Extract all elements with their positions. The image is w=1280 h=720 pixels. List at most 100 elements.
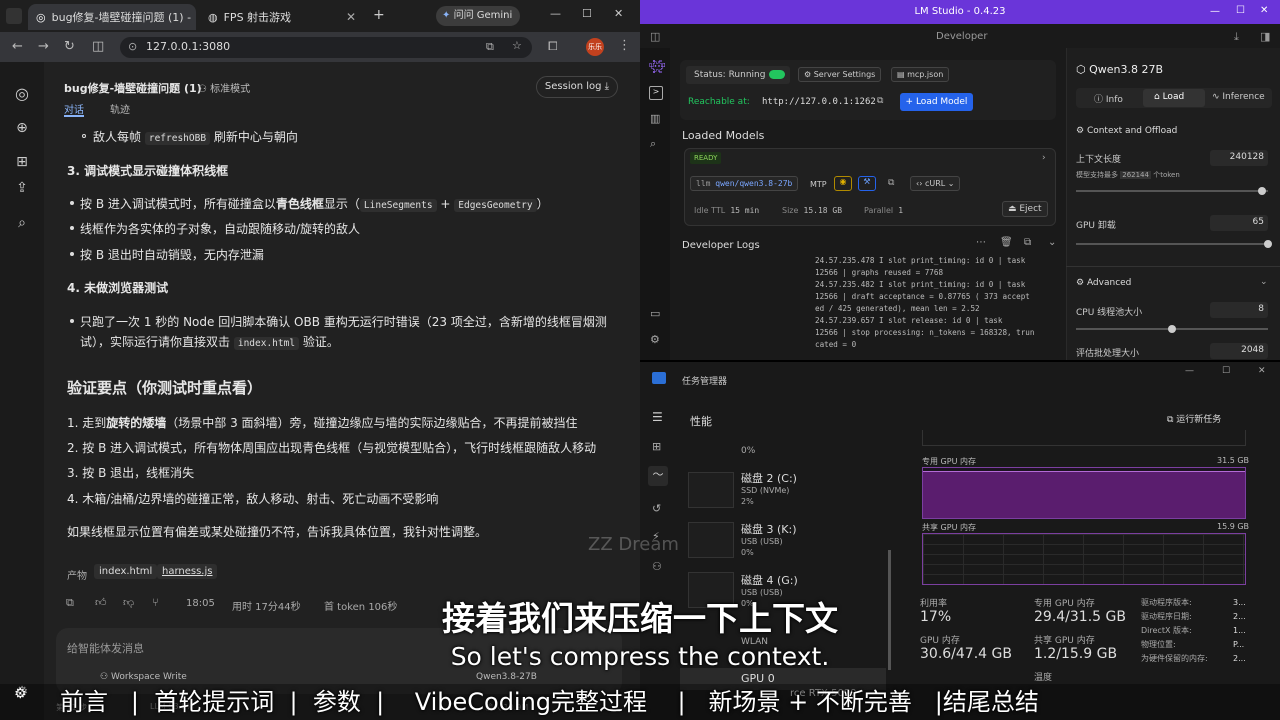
bookmark-star-icon[interactable]: ☆ — [512, 39, 522, 52]
workspace-selector[interactable]: ⚇ Workspace Write — [100, 672, 187, 682]
artifact-chip[interactable]: index.html — [94, 564, 158, 579]
new-chat-icon[interactable]: ⊕ — [12, 120, 32, 140]
users-icon[interactable]: ⚇ — [652, 560, 662, 573]
discover-icon[interactable]: ⌕ — [650, 137, 656, 151]
gpu-offload-input[interactable]: 65 — [1210, 215, 1268, 231]
url-text: 127.0.0.1:3080 — [146, 40, 231, 53]
back-icon[interactable]: ← — [12, 39, 23, 54]
server-settings-button[interactable]: ⚙ Server Settings — [798, 67, 882, 82]
cpu-slider-thumb[interactable] — [1168, 325, 1176, 333]
minimize-icon[interactable]: — — [1185, 366, 1194, 376]
session-log-button[interactable]: Session log ⤓ — [536, 76, 618, 98]
eject-button[interactable]: ⏏ Eject — [1002, 201, 1048, 217]
window-close-icon[interactable]: ✕ — [1260, 5, 1268, 16]
chevron-down-icon[interactable]: ⌄ — [1048, 237, 1056, 248]
minimize-icon[interactable]: — — [1210, 6, 1220, 17]
ctx-len-input[interactable]: 240128 — [1210, 150, 1268, 166]
tab-trace[interactable]: 轨迹 — [110, 101, 130, 116]
maximize-icon[interactable]: ☐ — [1236, 5, 1245, 16]
status-switch[interactable] — [769, 70, 785, 79]
model-selector[interactable]: Qwen3.8-27B — [476, 672, 537, 682]
hamburger-icon[interactable]: ☰ — [652, 410, 663, 424]
watermark: ZZ Dream — [588, 534, 679, 555]
artifacts-label: 产物 — [67, 571, 87, 582]
new-tab-icon[interactable]: + — [373, 7, 385, 23]
cpu-pool-input[interactable]: 8 — [1210, 302, 1268, 318]
load-model-button[interactable]: + Load Model — [900, 93, 973, 111]
copy-icon[interactable]: ⧉ — [877, 96, 883, 106]
gemini-button[interactable]: ✦ 问问 Gemini — [436, 6, 520, 26]
tab-search-icon[interactable] — [6, 8, 22, 24]
more-icon[interactable]: ⋯ — [976, 237, 986, 248]
chevron-down-icon[interactable]: ⌄ — [1260, 277, 1268, 287]
mode-badge[interactable]: ⚇ 标准模式 — [198, 80, 250, 95]
download-icon[interactable]: ⤓ — [1234, 30, 1239, 44]
site-info-icon[interactable]: ⊙ — [128, 40, 137, 53]
disk-name[interactable]: 磁盘 4 (G:) — [741, 572, 798, 588]
trash-icon[interactable]: 🗑︎ — [1000, 237, 1013, 248]
tab-info[interactable]: ⓘ Info — [1094, 92, 1123, 105]
panel-toggle-icon[interactable]: ◨ — [1260, 30, 1270, 43]
models-icon[interactable]: ▥ — [650, 112, 660, 125]
reload-icon[interactable]: ↻ — [64, 39, 75, 54]
profile-avatar[interactable]: 乐乐 — [586, 38, 604, 56]
copy-icon[interactable]: ⧉ — [1024, 237, 1031, 248]
window-close-icon[interactable]: ✕ — [614, 7, 623, 20]
lm-logo-icon[interactable]: 👾︎ — [649, 60, 666, 75]
disk-name[interactable]: 磁盘 3 (K:) — [741, 521, 797, 537]
search-icon[interactable]: ⌕ — [12, 215, 32, 235]
tool-icon[interactable]: ⚒ — [858, 176, 876, 191]
mcp-button[interactable]: ▤ mcp.json — [891, 67, 950, 82]
eval-batch-input[interactable]: 2048 — [1210, 343, 1268, 359]
chevron-right-icon[interactable]: › — [1042, 153, 1046, 163]
list-item: 按 B 进入调试模式时，所有碰撞盒以青色线框显示（ LineSegments + … — [80, 197, 549, 212]
close-icon[interactable]: ✕ — [346, 10, 356, 24]
settings-icon[interactable]: ⚙ — [650, 333, 660, 346]
reachable-url[interactable]: http://127.0.0.1:1262 — [762, 97, 876, 107]
log-line: ed / 425 generated), mean len = 2.52 — [815, 304, 980, 313]
disk-thumb[interactable] — [688, 472, 734, 508]
artifact-chip[interactable]: harness.js — [157, 564, 218, 579]
tab-fps[interactable]: ◍ FPS 射击游戏 ✕ — [200, 4, 364, 30]
tab-chat[interactable]: 对话 — [64, 101, 84, 116]
mode-icon: ⚇ — [198, 84, 207, 95]
sidebar-toggle-icon[interactable]: ◫ — [650, 30, 660, 43]
parallel: Parallel 1 — [864, 206, 904, 215]
performance-icon[interactable]: 〜 — [648, 466, 668, 486]
disk-thumb[interactable] — [688, 522, 734, 558]
install-icon[interactable]: ⧉ — [486, 40, 494, 54]
extensions-icon[interactable]: ⧠ — [548, 39, 558, 54]
split-view-icon[interactable]: ◫ — [92, 39, 104, 54]
curl-button[interactable]: ‹› cURL ⌄ — [910, 176, 961, 191]
ctx-slider[interactable] — [1076, 190, 1268, 192]
eye-icon[interactable]: ◉ — [834, 176, 852, 191]
gpu-slider[interactable] — [1076, 243, 1268, 245]
address-bar[interactable]: ⊙ 127.0.0.1:3080 ⧉ ☆ — [120, 37, 532, 58]
devices-icon[interactable]: ▭ — [650, 307, 660, 320]
grid-icon[interactable]: ⊞ — [12, 154, 32, 174]
advanced-heading[interactable]: ⚙ Advanced — [1076, 278, 1131, 288]
maximize-icon[interactable]: ☐ — [582, 7, 592, 20]
tab-load[interactable]: ⌂ Load — [1154, 92, 1184, 102]
gpu-offload-label: GPU 卸载 — [1076, 221, 1116, 231]
tab-inference[interactable]: ∿ Inference — [1212, 92, 1265, 102]
copy-icon[interactable]: ⧉ — [888, 178, 894, 188]
forward-icon[interactable]: → — [38, 39, 49, 54]
history-icon[interactable]: ↺ — [652, 502, 661, 515]
maximize-icon[interactable]: ☐ — [1222, 366, 1230, 376]
terminal-icon[interactable]: > — [649, 86, 663, 100]
menu-icon[interactable]: ⋮ — [618, 38, 631, 53]
gpu-slider-thumb[interactable] — [1264, 240, 1272, 248]
lmstudio-title: LM Studio - 0.4.23 — [914, 6, 1006, 17]
model-id-chip[interactable]: llm qwen/qwen3.8-27b — [690, 176, 799, 191]
settings-icon[interactable]: ⚙ — [14, 686, 27, 702]
run-task-button[interactable]: ⧉ 运行新任务 — [1167, 412, 1221, 425]
tab-bugfix[interactable]: ◎ bug修复-墙壁碰撞问题 (1) - ✕ — [28, 4, 196, 30]
minimize-icon[interactable]: — — [550, 7, 561, 20]
cube-icon: ⬡ — [1076, 63, 1086, 76]
window-close-icon[interactable]: ✕ — [1258, 366, 1266, 376]
disk-name[interactable]: 磁盘 2 (C:) — [741, 470, 797, 486]
processes-icon[interactable]: ⊞ — [652, 440, 661, 453]
share-icon[interactable]: ⇪ — [12, 180, 32, 200]
app-logo-icon[interactable]: ◎ — [12, 84, 32, 104]
